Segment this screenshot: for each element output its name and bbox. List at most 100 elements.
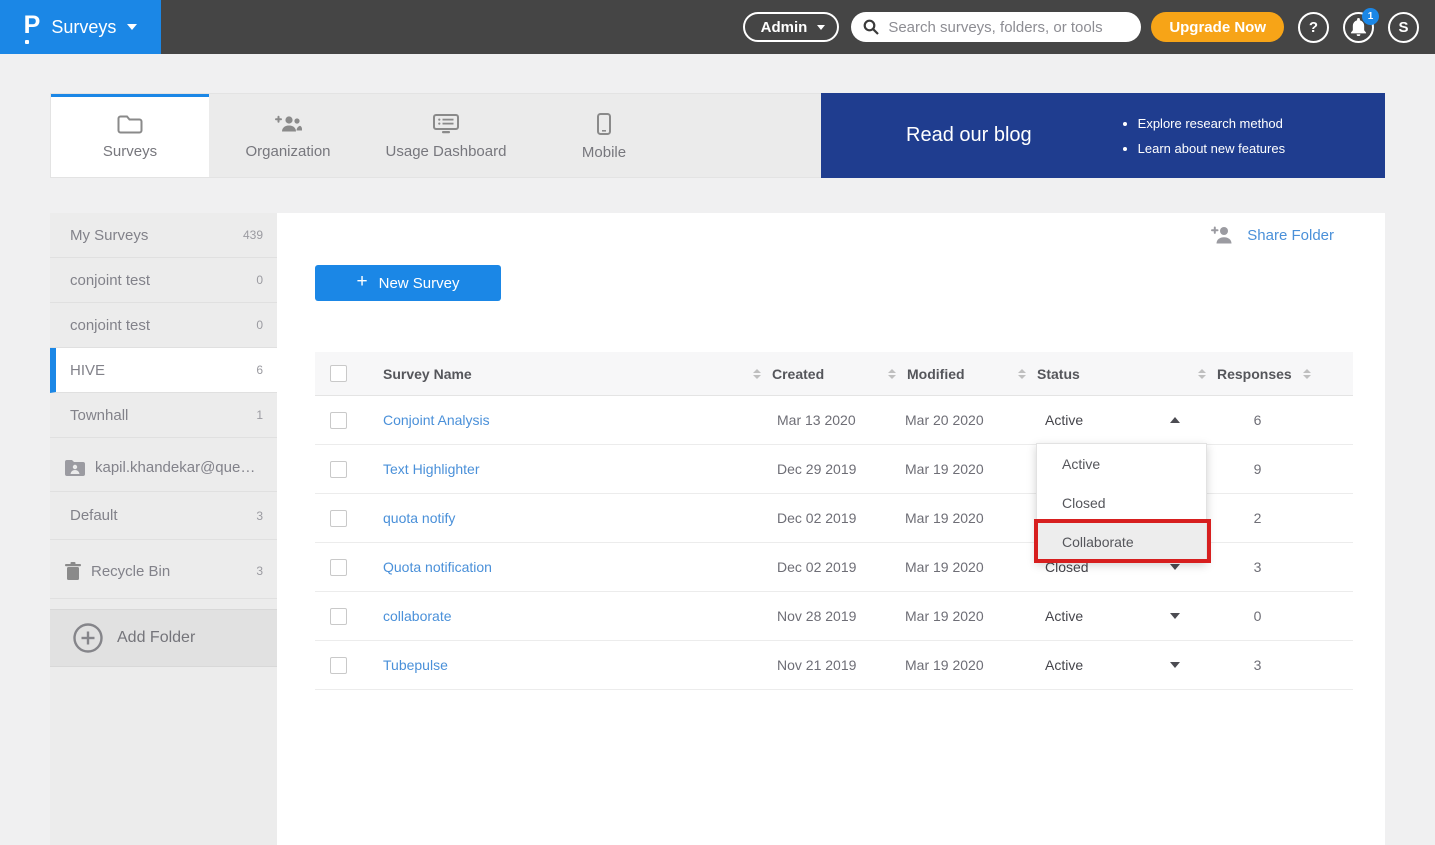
content-card: My Surveys 439 conjoint test 0 conjoint … [50, 213, 1385, 845]
folder-label: conjoint test [70, 272, 150, 289]
header-survey-name[interactable]: Survey Name [368, 366, 745, 382]
survey-name-link[interactable]: quota notify [368, 510, 745, 526]
tab-surveys[interactable]: Surveys [51, 94, 209, 177]
notification-count-badge: 1 [1362, 8, 1379, 25]
caret-down-icon [1170, 564, 1180, 570]
status-value: Active [1045, 657, 1083, 673]
row-checkbox[interactable] [330, 608, 347, 625]
sidebar-item-default[interactable]: Default 3 [50, 492, 277, 540]
modified-date: Mar 19 2020 [880, 657, 1010, 673]
status-option-closed[interactable]: Closed [1037, 483, 1206, 522]
caret-down-icon [1170, 662, 1180, 668]
header-modified[interactable]: Modified [880, 366, 1010, 382]
add-folder-label: Add Folder [117, 629, 195, 647]
folder-label: Recycle Bin [91, 563, 170, 580]
share-folder-label: Share Folder [1247, 227, 1334, 244]
status-dropdown-trigger[interactable]: Active [1010, 608, 1190, 624]
header-created[interactable]: Created [745, 366, 880, 382]
table-row: collaborate Nov 28 2019 Mar 19 2020 Acti… [315, 592, 1353, 641]
row-checkbox[interactable] [330, 657, 347, 674]
survey-name-link[interactable]: collaborate [368, 608, 745, 624]
survey-list-panel: Share Folder + New Survey Survey Name Cr… [277, 213, 1385, 845]
folder-label: kapil.khandekar@que… [95, 459, 255, 476]
sort-icon [1198, 369, 1206, 379]
sidebar-item-conjoint-test-2[interactable]: conjoint test 0 [50, 303, 277, 348]
chevron-down-icon [817, 25, 825, 30]
share-folder-button[interactable]: Share Folder [1210, 226, 1334, 244]
folder-label: My Surveys [70, 227, 148, 244]
header-label: Status [1037, 366, 1080, 382]
created-date: Dec 29 2019 [745, 461, 880, 477]
header-responses[interactable]: Responses [1190, 366, 1353, 382]
responses-count: 2 [1190, 510, 1353, 526]
sidebar-item-conjoint-test-1[interactable]: conjoint test 0 [50, 258, 277, 303]
tab-mobile[interactable]: Mobile [525, 94, 683, 177]
caret-up-icon [1170, 417, 1180, 423]
admin-menu-button[interactable]: Admin [743, 12, 840, 42]
responses-count: 6 [1190, 412, 1353, 428]
sidebar-item-recycle-bin[interactable]: Recycle Bin 3 [50, 544, 277, 599]
sort-icon [753, 369, 761, 379]
folder-label: conjoint test [70, 317, 150, 334]
new-survey-button[interactable]: + New Survey [315, 265, 501, 301]
product-label: Surveys [51, 17, 116, 38]
survey-name-link[interactable]: Conjoint Analysis [368, 412, 745, 428]
account-avatar[interactable]: S [1388, 12, 1419, 43]
status-dropdown-trigger[interactable]: Active [1010, 412, 1190, 428]
responses-count: 0 [1190, 608, 1353, 624]
folder-count: 6 [256, 363, 263, 377]
search-icon [863, 19, 879, 35]
product-switcher[interactable]: P Surveys [0, 0, 161, 54]
status-dropdown-trigger[interactable]: Active [1010, 657, 1190, 673]
sort-icon [1303, 369, 1311, 379]
tab-label: Mobile [582, 144, 626, 161]
survey-name-link[interactable]: Text Highlighter [368, 461, 745, 477]
sidebar-item-my-surveys[interactable]: My Surveys 439 [50, 213, 277, 258]
survey-name-link[interactable]: Tubepulse [368, 657, 745, 673]
responses-count: 9 [1190, 461, 1353, 477]
help-button[interactable]: ? [1298, 12, 1329, 43]
banner-bullet: Learn about new features [1138, 136, 1285, 161]
folder-label: Default [70, 507, 118, 524]
sidebar-item-hive[interactable]: HIVE 6 [50, 348, 277, 393]
header-label: Responses [1217, 366, 1292, 382]
plus-circle-icon [72, 622, 104, 654]
status-option-collaborate[interactable]: Collaborate [1037, 522, 1206, 561]
banner-bullet-list: Explore research method Learn about new … [1124, 111, 1285, 161]
header-label: Created [772, 366, 824, 382]
row-checkbox[interactable] [330, 559, 347, 576]
sidebar-item-shared-account[interactable]: kapil.khandekar@que… [50, 444, 277, 492]
add-folder-button[interactable]: Add Folder [50, 609, 277, 667]
new-survey-label: New Survey [379, 275, 460, 292]
banner-bullet: Explore research method [1138, 111, 1285, 136]
upgrade-now-button[interactable]: Upgrade Now [1151, 12, 1284, 42]
tab-label: Usage Dashboard [386, 143, 507, 160]
status-dropdown-menu: Active Closed Collaborate [1036, 443, 1207, 562]
table-row: Conjoint Analysis Mar 13 2020 Mar 20 202… [315, 396, 1353, 445]
help-label: ? [1309, 19, 1318, 36]
row-checkbox[interactable] [330, 461, 347, 478]
search-input[interactable] [888, 19, 1129, 36]
survey-name-link[interactable]: Quota notification [368, 559, 745, 575]
folder-count: 1 [256, 408, 263, 422]
tab-organization[interactable]: Organization [209, 94, 367, 177]
tab-usage-dashboard[interactable]: Usage Dashboard [367, 94, 525, 177]
blog-promo-banner[interactable]: Read our blog Explore research method Le… [821, 93, 1385, 178]
status-option-active[interactable]: Active [1037, 444, 1206, 483]
folder-count: 439 [243, 228, 263, 242]
mobile-icon [597, 113, 611, 135]
row-checkbox[interactable] [330, 412, 347, 429]
sidebar-item-townhall[interactable]: Townhall 1 [50, 393, 277, 438]
notifications-button[interactable]: 1 [1343, 12, 1374, 43]
chevron-down-icon [127, 24, 137, 30]
plus-icon: + [357, 271, 368, 293]
header-status[interactable]: Status [1010, 366, 1190, 382]
folder-count: 0 [256, 318, 263, 332]
topbar-right: Admin Upgrade Now ? 1 S [743, 12, 1419, 43]
trash-icon [65, 562, 81, 580]
created-date: Mar 13 2020 [745, 412, 880, 428]
select-all-checkbox[interactable] [330, 365, 347, 382]
dashboard-icon [433, 114, 459, 134]
row-checkbox[interactable] [330, 510, 347, 527]
responses-count: 3 [1190, 559, 1353, 575]
